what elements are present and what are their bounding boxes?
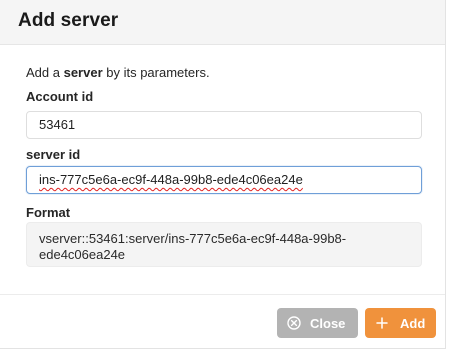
add-button[interactable]: Add <box>365 308 436 338</box>
description-suffix: by its parameters. <box>102 65 210 80</box>
dialog-header: Add server <box>0 0 445 45</box>
dialog-description: Add a server by its parameters. <box>26 65 210 80</box>
add-server-dialog: Add server Add a server by its parameter… <box>0 0 446 349</box>
description-bold: server <box>63 65 103 80</box>
add-button-label: Add <box>400 315 426 331</box>
server-id-value: ins-777c5e6a-ec9f-448a-99b8-ede4c06ea24e <box>39 172 303 187</box>
server-id-label: server id <box>26 147 81 162</box>
account-id-label: Account id <box>26 89 94 104</box>
close-circle-icon <box>287 316 301 330</box>
account-id-value: 53461 <box>39 117 76 132</box>
server-id-input[interactable]: ins-777c5e6a-ec9f-448a-99b8-ede4c06ea24e <box>26 166 422 194</box>
close-button[interactable]: Close <box>277 308 358 338</box>
format-label: Format <box>26 205 71 220</box>
description-prefix: Add a <box>26 65 64 80</box>
close-button-label: Close <box>310 315 346 331</box>
format-output: vserver::53461:server/ins-777c5e6a-ec9f-… <box>26 222 422 267</box>
account-id-input[interactable]: 53461 <box>26 111 422 139</box>
footer-divider <box>0 294 445 295</box>
plus-icon <box>376 317 388 329</box>
dialog-title: Add server <box>18 10 119 31</box>
